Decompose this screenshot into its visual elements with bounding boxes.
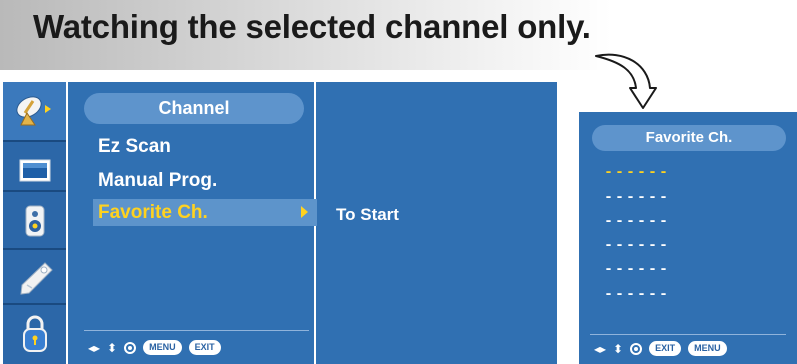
- menu-item-ez-scan[interactable]: Ez Scan: [98, 136, 171, 158]
- lock-icon: [22, 315, 47, 352]
- favorite-slot[interactable]: ------: [604, 261, 670, 278]
- menu-item-manual-prog[interactable]: Manual Prog.: [98, 170, 217, 192]
- favorite-slot[interactable]: ------: [604, 237, 670, 254]
- left-right-arrows-icon: ◂▸: [88, 340, 101, 355]
- left-osd-footer: ◂▸ ⬍ MENU EXIT: [88, 340, 221, 355]
- exit-key[interactable]: EXIT: [188, 340, 221, 355]
- tag-option-icon: [19, 262, 53, 295]
- left-right-arrows-icon: ◂▸: [594, 341, 607, 356]
- sidebar-item-lock[interactable]: [3, 305, 66, 363]
- up-down-arrows-icon: ⬍: [107, 340, 118, 355]
- favorite-slot[interactable]: ------: [604, 286, 670, 303]
- ok-button-icon: [630, 342, 643, 355]
- exit-key[interactable]: EXIT: [649, 341, 682, 356]
- divider: [66, 82, 68, 364]
- ok-button-icon: [124, 341, 137, 354]
- page-heading: Watching the selected channel only.: [33, 8, 591, 45]
- footer-divider: [84, 330, 309, 331]
- sidebar-item-option[interactable]: [3, 250, 66, 308]
- sidebar-item-sound[interactable]: [3, 192, 66, 250]
- menu-key[interactable]: MENU: [143, 340, 182, 355]
- favorite-slot[interactable]: ------: [604, 213, 670, 230]
- submenu-to-start[interactable]: To Start: [336, 205, 399, 225]
- favorite-title: Favorite Ch.: [592, 125, 786, 151]
- menu-title: Channel: [84, 93, 304, 124]
- menu-key[interactable]: MENU: [688, 341, 727, 356]
- curved-arrow-icon: [595, 53, 657, 109]
- menu-item-favorite-ch[interactable]: Favorite Ch.: [98, 202, 208, 224]
- footer-divider: [590, 334, 786, 335]
- speaker-audio-icon: [25, 205, 44, 237]
- favorite-slot[interactable]: ------: [604, 189, 670, 206]
- satellite-dish-icon: [15, 96, 51, 126]
- up-down-arrows-icon: ⬍: [613, 341, 624, 356]
- favorite-slot[interactable]: ------: [604, 164, 670, 181]
- monitor-screen-icon: [19, 159, 50, 182]
- sidebar-item-channel[interactable]: [3, 82, 66, 140]
- submenu-arrow-icon: [301, 206, 308, 218]
- right-osd-footer: ◂▸ ⬍ EXIT MENU: [594, 341, 727, 356]
